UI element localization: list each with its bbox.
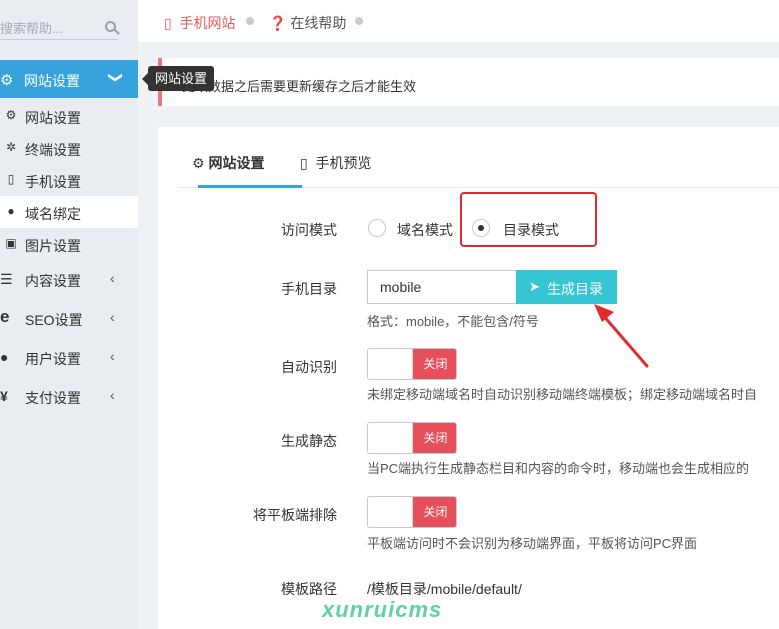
sidebar-item-label: 内容设置	[25, 273, 81, 289]
breadcrumb-item-mobile-site[interactable]: ▯ 手机网站	[164, 13, 236, 33]
tab-label: 网站设置	[208, 155, 265, 171]
sidebar-item-seo-settings[interactable]: e SEO设置 ‹	[0, 299, 138, 337]
exclude-tablet-help: 平板端访问时不会识别为移动端界面，平板将访问PC界面	[367, 536, 698, 551]
chevron-left-icon: ‹	[110, 348, 115, 364]
sidebar-subitem-image-settings[interactable]: ▣ 图片设置	[0, 228, 138, 260]
paper-plane-icon: ➤	[529, 279, 540, 294]
sidebar-item-website-settings[interactable]: ⚙ 网站设置 ❯	[0, 60, 138, 98]
breadcrumb-separator	[355, 17, 363, 25]
globe-icon: ●	[7, 204, 15, 218]
search-icon[interactable]	[105, 21, 116, 32]
tab-website-settings[interactable]: ⚙ 网站设置	[192, 153, 264, 173]
mobile-icon: ▯	[164, 15, 172, 31]
sidebar-item-label: 网站设置	[24, 73, 80, 89]
breadcrumb-label: 在线帮助	[290, 15, 347, 31]
breadcrumb-separator	[246, 17, 254, 25]
breadcrumb-item-online-help[interactable]: ❓ 在线帮助	[269, 13, 346, 33]
exclude-tablet-toggle[interactable]: 关闭	[367, 496, 457, 528]
mobile-dir-value: mobile	[380, 279, 422, 295]
toggle-off-label: 关闭	[413, 349, 456, 379]
sidebar-tooltip: 网站设置	[141, 66, 215, 91]
list-icon: ☰	[0, 271, 13, 287]
search-box[interactable]: 搜索帮助...	[0, 12, 118, 40]
toggle-off-label: 关闭	[413, 497, 456, 527]
sidebar-item-content-settings[interactable]: ☰ 内容设置 ‹	[0, 260, 138, 298]
gear-icon: ⚙	[192, 155, 205, 171]
user-icon: ●	[0, 349, 9, 365]
sidebar-subitem-website-settings[interactable]: ⚙ 网站设置	[0, 100, 138, 132]
sidebar-item-label: 用户设置	[25, 351, 81, 367]
mobile-dir-label: 手机目录	[281, 281, 337, 297]
gen-static-label: 生成静态	[281, 433, 337, 449]
mobile-dir-input[interactable]: mobile	[367, 270, 517, 304]
sidebar-subitem-label: 网站设置	[25, 110, 81, 126]
sidebar-item-label: SEO设置	[25, 312, 83, 328]
auto-detect-toggle[interactable]: 关闭	[367, 348, 457, 380]
chevron-left-icon: ‹	[110, 270, 115, 286]
breadcrumb-label: 手机网站	[179, 15, 236, 31]
ie-icon: e	[0, 307, 10, 326]
sidebar-item-user-settings[interactable]: ● 用户设置 ‹	[0, 338, 138, 376]
chevron-left-icon: ‹	[110, 309, 115, 325]
sidebar-subitem-mobile-settings[interactable]: ▯ 手机设置	[0, 164, 138, 196]
tab-label: 手机预览	[315, 155, 372, 171]
gear-icon: ⚙	[5, 108, 17, 122]
sidebar-subitem-label: 手机设置	[25, 174, 81, 190]
search-input[interactable]: 搜索帮助...	[0, 18, 63, 37]
toggle-knob	[368, 349, 413, 379]
generate-directory-label: 生成目录	[547, 281, 603, 297]
yen-icon: ¥	[0, 388, 8, 404]
chevron-left-icon: ‹	[110, 387, 115, 403]
toggle-knob	[368, 423, 413, 453]
gen-static-help: 当PC端执行生成静态栏目和内容的命令时，移动端也会生成相应的	[367, 461, 750, 476]
gear-icon: ⚙	[0, 72, 14, 89]
template-path-label: 模板路径	[281, 581, 337, 597]
tab-mobile-preview[interactable]: ▯ 手机预览	[300, 153, 372, 173]
watermark: xunruicms	[322, 597, 443, 622]
notice-text: 更改数据之后需要更新缓存之后才能生效	[182, 79, 417, 94]
mobile-dir-help: 格式：mobile，不能包含/符号	[367, 314, 539, 329]
generate-directory-button[interactable]: ➤ 生成目录	[516, 270, 617, 304]
sidebar-subitem-label: 域名绑定	[25, 206, 81, 222]
template-path-value: /模板目录/mobile/default/	[367, 581, 522, 597]
mobile-icon: ▯	[7, 172, 15, 186]
active-tab-indicator	[198, 185, 302, 188]
radio-domain-mode-label[interactable]: 域名模式	[397, 220, 453, 240]
gears-icon: ✲	[5, 140, 17, 154]
toggle-knob	[368, 497, 413, 527]
auto-detect-label: 自动识别	[281, 359, 337, 375]
sidebar-subitem-label: 图片设置	[25, 238, 81, 254]
image-icon: ▣	[5, 236, 17, 250]
gen-static-toggle[interactable]: 关闭	[367, 422, 457, 454]
radio-domain-mode[interactable]	[368, 219, 386, 237]
exclude-tablet-label: 将平板端排除	[253, 507, 337, 523]
toggle-off-label: 关闭	[413, 423, 456, 453]
question-icon: ❓	[269, 15, 287, 31]
chevron-down-icon: ❯	[108, 71, 125, 84]
access-mode-label: 访问模式	[281, 222, 337, 238]
annotation-arrow-icon	[594, 304, 649, 368]
sidebar-item-payment-settings[interactable]: ¥ 支付设置 ‹	[0, 377, 138, 415]
sidebar-subitem-domain-binding[interactable]: ● 域名绑定	[0, 196, 138, 228]
sidebar-subitem-terminal-settings[interactable]: ✲ 终端设置	[0, 132, 138, 164]
sidebar: 搜索帮助... ⚙ 网站设置 ❯ ⚙ 网站设置 ✲ 终端设置 ▯ 手机设置 ● …	[0, 0, 138, 629]
auto-detect-help: 未绑定移动端域名时自动识别移动端终端模板；绑定移动端域名时自	[367, 387, 758, 402]
annotation-highlight-box	[460, 192, 597, 247]
mobile-icon: ▯	[300, 155, 308, 171]
notice-bar: 更改数据之后需要更新缓存之后才能生效	[158, 58, 779, 106]
sidebar-item-label: 支付设置	[25, 390, 81, 406]
sidebar-subitem-label: 终端设置	[25, 142, 81, 158]
breadcrumb: ▯ 手机网站 ❓ 在线帮助	[138, 0, 779, 42]
tab-bar: ⚙ 网站设置 ▯ 手机预览	[178, 127, 779, 188]
